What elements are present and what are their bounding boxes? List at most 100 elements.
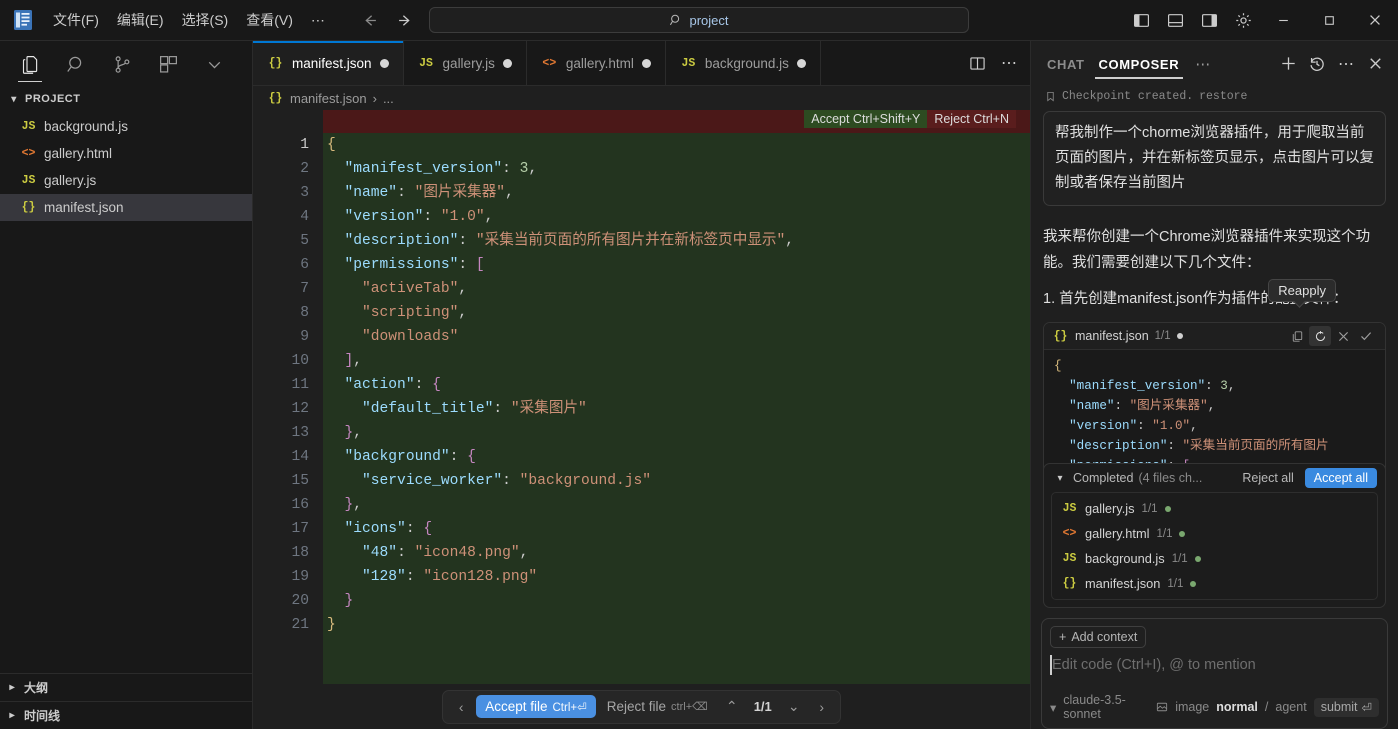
code-line[interactable]: "name": "图片采集器",: [323, 181, 1030, 205]
image-icon[interactable]: [1156, 701, 1168, 713]
maximize-icon[interactable]: [1306, 0, 1352, 41]
chevron-left-icon[interactable]: ‹: [448, 694, 474, 720]
breadcrumb-file[interactable]: manifest.json: [290, 91, 367, 106]
tab-gallery-js[interactable]: JS gallery.js: [403, 41, 527, 85]
model-selector[interactable]: claude-3.5-sonnet: [1063, 693, 1149, 721]
explorer-icon[interactable]: [8, 44, 52, 84]
sidebar-section-timeline[interactable]: ▸ 时间线: [0, 701, 252, 729]
dirty-indicator[interactable]: [502, 58, 512, 68]
code-line[interactable]: },: [323, 493, 1030, 517]
chevron-down-icon[interactable]: ▾: [1050, 700, 1056, 715]
breadcrumb-rest[interactable]: ...: [383, 91, 394, 106]
menu-item-edit[interactable]: 编辑(E): [108, 6, 173, 34]
toggle-panel-icon[interactable]: [1158, 5, 1192, 35]
accept-file-button[interactable]: Accept file Ctrl+⏎: [476, 695, 596, 718]
minimize-icon[interactable]: [1260, 0, 1306, 41]
menu-item-selection[interactable]: 选择(S): [173, 6, 238, 34]
chat-tabs-more-icon[interactable]: ⋯: [1187, 55, 1218, 73]
code-line[interactable]: "48": "icon48.png",: [323, 541, 1030, 565]
code-line[interactable]: "activeTab",: [323, 277, 1030, 301]
code-line[interactable]: "downloads": [323, 325, 1030, 349]
history-icon[interactable]: [1304, 51, 1330, 77]
chevron-down-icon[interactable]: [192, 44, 236, 84]
tab-gallery-html[interactable]: <> gallery.html: [526, 41, 666, 85]
dirty-indicator[interactable]: [379, 58, 389, 68]
code-line[interactable]: "background": {: [323, 445, 1030, 469]
code-line[interactable]: "description": "采集当前页面的所有图片并在新标签页中显示",: [323, 229, 1030, 253]
search-input[interactable]: project: [429, 7, 969, 33]
code-line[interactable]: "128": "icon128.png": [323, 565, 1030, 589]
chevron-down-icon[interactable]: ▾: [1052, 473, 1068, 484]
reject-file-button[interactable]: Reject file ctrl+⌫: [598, 695, 717, 718]
arrow-right-icon[interactable]: [392, 7, 420, 33]
gear-icon[interactable]: [1226, 5, 1260, 35]
reject-icon[interactable]: [1332, 326, 1354, 346]
code-lines[interactable]: { "manifest_version": 3, "name": "图片采集器"…: [323, 133, 1030, 684]
source-control-icon[interactable]: [100, 44, 144, 84]
code-line[interactable]: },: [323, 421, 1030, 445]
sidebar-section-outline[interactable]: ▸ 大纲: [0, 673, 252, 701]
code-area[interactable]: 1 2 3 4 5 6 7 8 9 10 11 12 13 14 15 16 17 18 19 20 21 { "man…: [253, 133, 1030, 684]
close-icon[interactable]: [1362, 51, 1388, 77]
explorer-section-header[interactable]: ▾ PROJECT: [0, 87, 252, 111]
completed-header[interactable]: ▾ Completed (4 files ch... Reject all Ac…: [1044, 464, 1385, 492]
chevron-down-icon[interactable]: ⌄: [781, 694, 807, 720]
mode-normal[interactable]: normal: [1216, 700, 1258, 714]
reject-all-button[interactable]: Reject all: [1238, 469, 1297, 487]
mode-agent[interactable]: agent: [1275, 700, 1306, 714]
breadcrumb[interactable]: {} manifest.json › ...: [253, 86, 1030, 110]
chevron-right-icon[interactable]: ›: [809, 694, 835, 720]
code-line[interactable]: "action": {: [323, 373, 1030, 397]
add-context-button[interactable]: + Add context: [1050, 626, 1147, 648]
more-actions-icon[interactable]: ⋯: [1333, 51, 1359, 77]
chat-input-box[interactable]: + Add context Edit code (Ctrl+I), @ to m…: [1041, 618, 1388, 729]
menu-item-view[interactable]: 查看(V): [237, 6, 302, 34]
code-line[interactable]: "permissions": [: [323, 253, 1030, 277]
code-line[interactable]: "scripting",: [323, 301, 1030, 325]
dirty-indicator[interactable]: [641, 58, 651, 68]
more-actions-icon[interactable]: ⋯: [994, 48, 1024, 78]
submit-button[interactable]: submit ⏎: [1313, 697, 1379, 717]
code-line[interactable]: "default_title": "采集图片": [323, 397, 1030, 421]
code-line[interactable]: "version": "1.0",: [323, 205, 1030, 229]
completed-row-gallery-html[interactable]: <> gallery.html 1/1: [1052, 521, 1377, 546]
extensions-icon[interactable]: [146, 44, 190, 84]
arrow-left-icon[interactable]: [356, 7, 384, 33]
inline-reject-button[interactable]: Reject Ctrl+N: [927, 110, 1016, 128]
file-row-manifest-json[interactable]: {} manifest.json: [0, 194, 252, 221]
completed-row-gallery-js[interactable]: JS gallery.js 1/1: [1052, 496, 1377, 521]
reapply-icon[interactable]: [1309, 326, 1331, 346]
new-chat-icon[interactable]: [1275, 51, 1301, 77]
code-line[interactable]: "manifest_version": 3,: [323, 157, 1030, 181]
split-editor-icon[interactable]: [962, 48, 992, 78]
code-line[interactable]: "service_worker": "background.js": [323, 469, 1030, 493]
file-row-gallery-js[interactable]: JS gallery.js: [0, 167, 252, 194]
dirty-indicator[interactable]: [796, 58, 806, 68]
accept-icon[interactable]: [1355, 326, 1377, 346]
restore-link[interactable]: restore: [1199, 90, 1247, 103]
tab-background-js[interactable]: JS background.js: [665, 41, 821, 85]
menu-item-file[interactable]: 文件(F): [44, 6, 108, 34]
menu-item-more[interactable]: ⋯: [302, 6, 334, 34]
chat-input-field[interactable]: Edit code (Ctrl+I), @ to mention: [1050, 648, 1379, 693]
code-card-filename[interactable]: manifest.json: [1075, 329, 1149, 343]
inline-accept-button[interactable]: Accept Ctrl+Shift+Y: [804, 110, 928, 128]
accept-all-button[interactable]: Accept all: [1304, 468, 1377, 488]
toggle-primary-sidebar-icon[interactable]: [1124, 5, 1158, 35]
close-icon[interactable]: [1352, 0, 1398, 41]
tab-manifest-json[interactable]: {} manifest.json: [253, 41, 404, 85]
code-line[interactable]: ],: [323, 349, 1030, 373]
tab-chat[interactable]: CHAT: [1041, 47, 1091, 81]
toggle-secondary-sidebar-icon[interactable]: [1192, 5, 1226, 35]
chevron-up-icon[interactable]: ⌃: [719, 694, 745, 720]
code-line[interactable]: }: [323, 613, 1030, 637]
copy-icon[interactable]: [1286, 326, 1308, 346]
code-line[interactable]: {: [323, 133, 1030, 157]
completed-row-manifest-json[interactable]: {} manifest.json 1/1: [1052, 571, 1377, 596]
search-icon[interactable]: [54, 44, 98, 84]
completed-row-background-js[interactable]: JS background.js 1/1: [1052, 546, 1377, 571]
code-line[interactable]: }: [323, 589, 1030, 613]
file-row-gallery-html[interactable]: <> gallery.html: [0, 140, 252, 167]
tab-composer[interactable]: COMPOSER: [1093, 47, 1186, 81]
code-line[interactable]: "icons": {: [323, 517, 1030, 541]
